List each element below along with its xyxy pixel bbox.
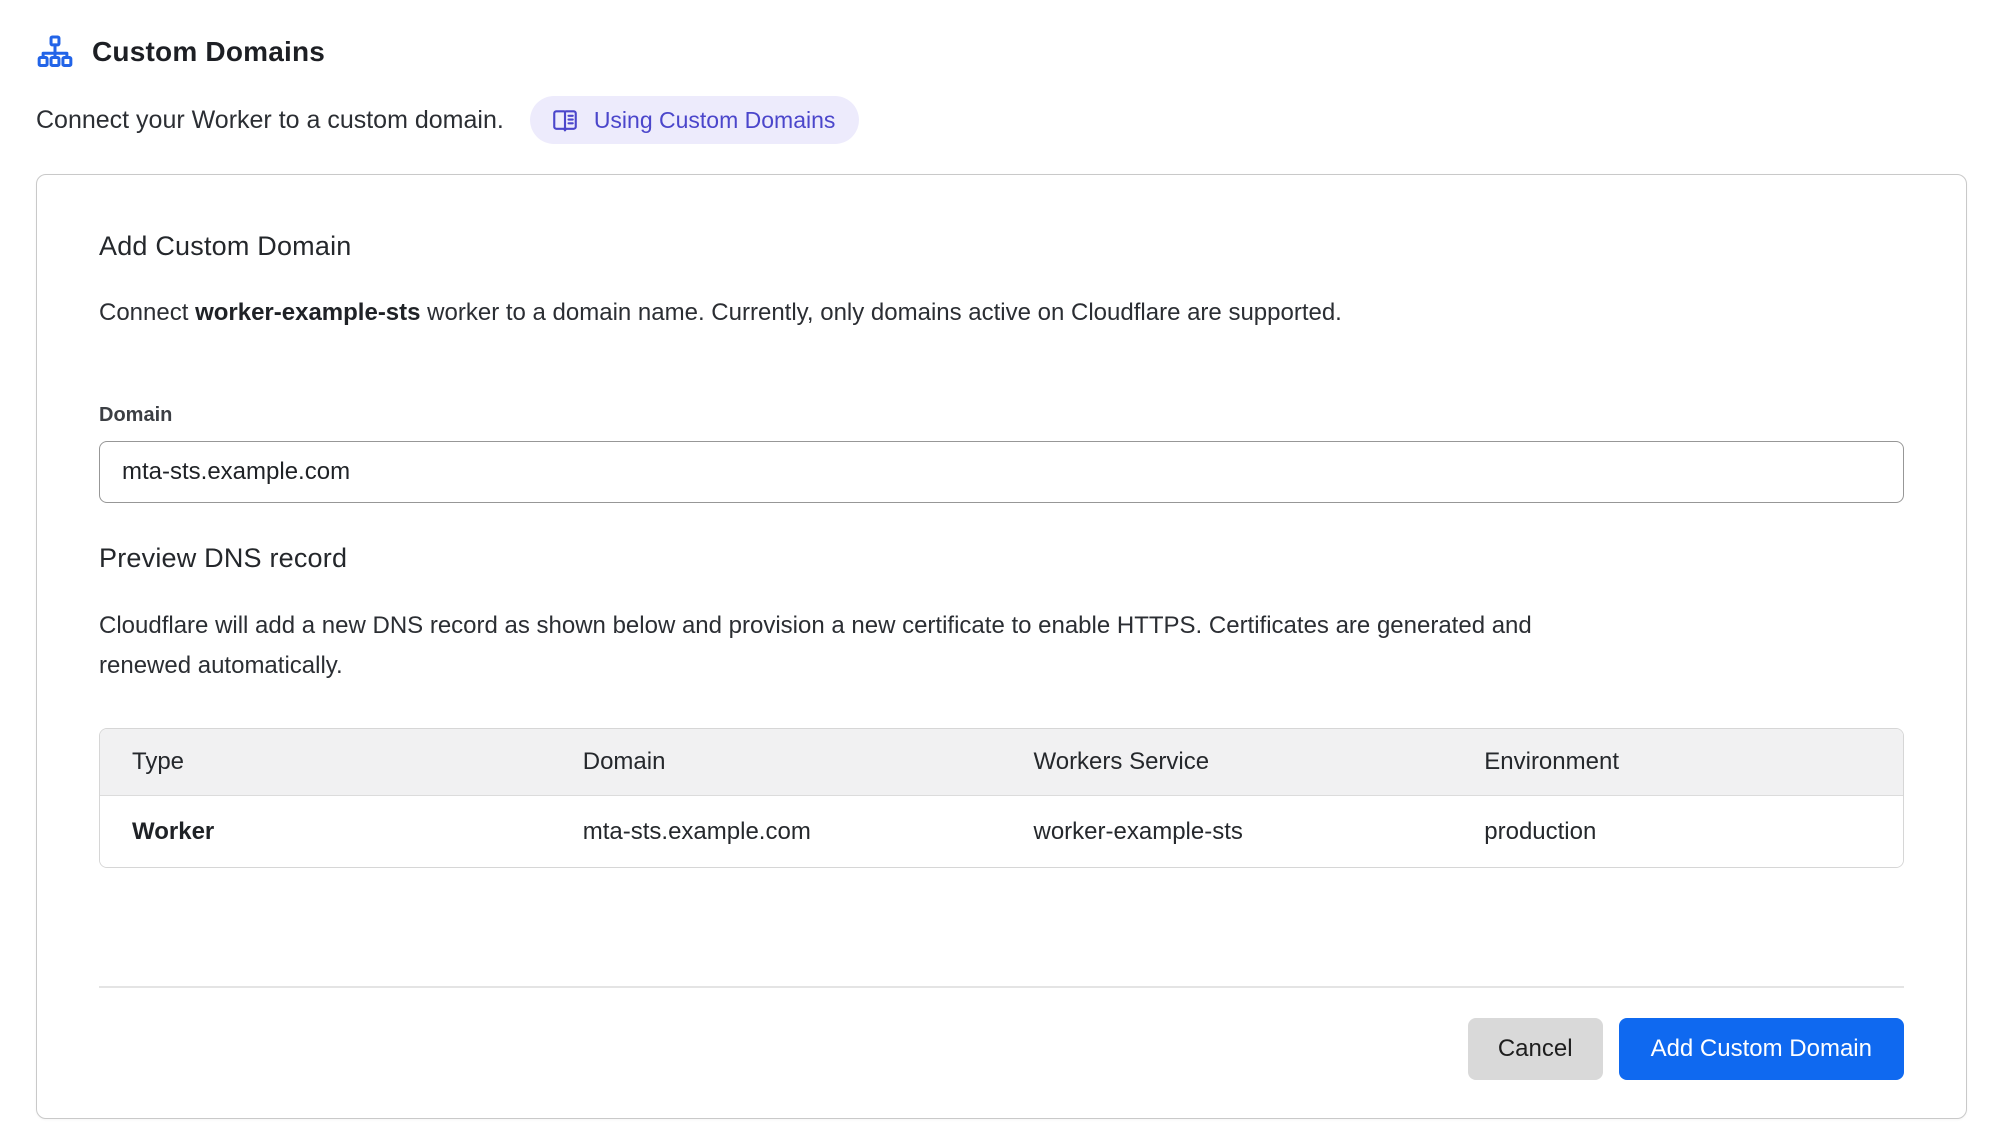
- column-header-domain: Domain: [551, 748, 1002, 776]
- docs-link-badge[interactable]: Using Custom Domains: [530, 96, 860, 144]
- description-suffix: worker to a domain name. Currently, only…: [421, 299, 1342, 326]
- docs-link-label: Using Custom Domains: [594, 107, 836, 134]
- column-header-workers-service: Workers Service: [1002, 748, 1453, 776]
- domain-field-label: Domain: [99, 404, 1904, 427]
- worker-name: worker-example-sts: [195, 299, 420, 326]
- footer-actions: Cancel Add Custom Domain: [99, 1018, 1904, 1080]
- column-header-environment: Environment: [1452, 748, 1903, 776]
- description-prefix: Connect: [99, 299, 195, 326]
- preview-dns-description: Cloudflare will add a new DNS record as …: [99, 606, 1569, 686]
- table-row: Worker mta-sts.example.com worker-exampl…: [100, 795, 1903, 867]
- page-title: Custom Domains: [92, 36, 325, 68]
- cell-type: Worker: [100, 818, 551, 846]
- preview-dns-heading: Preview DNS record: [99, 543, 1904, 574]
- page-subtitle: Connect your Worker to a custom domain.: [36, 106, 504, 135]
- table-header-row: Type Domain Workers Service Environment: [100, 729, 1903, 795]
- cancel-button[interactable]: Cancel: [1468, 1018, 1603, 1080]
- column-header-type: Type: [100, 748, 551, 776]
- page-header: Custom Domains: [36, 30, 1963, 74]
- page-subtitle-row: Connect your Worker to a custom domain. …: [36, 96, 1963, 144]
- add-custom-domain-button[interactable]: Add Custom Domain: [1619, 1018, 1904, 1080]
- custom-domains-page: Custom Domains Connect your Worker to a …: [0, 0, 1999, 1119]
- panel-description: Connect worker-example-sts worker to a d…: [99, 296, 1904, 330]
- cell-workers-service: worker-example-sts: [1002, 818, 1453, 846]
- sitemap-icon: [36, 33, 74, 71]
- cell-domain: mta-sts.example.com: [551, 818, 1002, 846]
- add-custom-domain-panel: Add Custom Domain Connect worker-example…: [36, 174, 1967, 1119]
- dns-preview-table: Type Domain Workers Service Environment …: [99, 728, 1904, 868]
- open-book-icon: [550, 105, 580, 135]
- domain-input[interactable]: [99, 441, 1904, 503]
- cell-environment: production: [1452, 818, 1903, 846]
- footer-divider: [99, 986, 1904, 988]
- panel-heading: Add Custom Domain: [99, 231, 1904, 262]
